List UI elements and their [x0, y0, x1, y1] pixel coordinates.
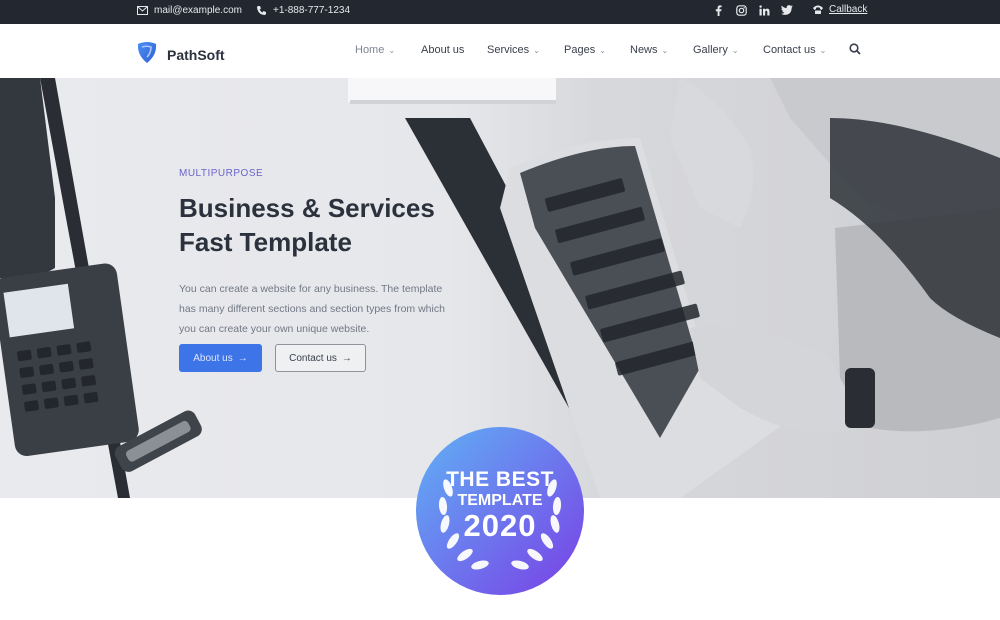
hero-title: Business & Services Fast Template — [179, 191, 479, 259]
nav-item-pages[interactable]: Pages ⌄ — [564, 44, 630, 56]
hero-content: MULTIPURPOSE Business & Services Fast Te… — [179, 168, 479, 339]
nav-item-label: Gallery — [693, 44, 728, 56]
top-bar: mail@example.com +1-888-777-1234 Callbac… — [0, 0, 1000, 24]
email-contact[interactable]: mail@example.com — [136, 4, 242, 16]
arrow-right-icon: → — [341, 352, 352, 364]
nav-item-contact-us[interactable]: Contact us ⌄ — [763, 44, 838, 56]
main-navbar: PathSoft Home ⌄ About us Services ⌄ Page… — [0, 24, 1000, 79]
hero-title-line-1: Business & Services — [179, 193, 435, 223]
nav-item-gallery[interactable]: Gallery ⌄ — [693, 44, 763, 56]
phone-icon — [255, 4, 267, 16]
twitter-icon[interactable] — [781, 4, 793, 16]
search-icon[interactable] — [848, 42, 862, 56]
nav-item-label: Contact us — [763, 44, 816, 56]
brand-logo[interactable]: PathSoft — [135, 40, 225, 69]
social-links — [712, 4, 793, 16]
phone-contact[interactable]: +1-888-777-1234 — [255, 4, 350, 16]
contact-us-button[interactable]: Contact us → — [275, 344, 366, 372]
chevron-down-icon: ⌄ — [731, 45, 739, 55]
best-template-badge: THE BEST TEMPLATE 2020 — [415, 426, 585, 596]
badge-line-3: 2020 — [463, 508, 537, 543]
nav-item-label: About us — [421, 44, 465, 56]
main-menu: Home ⌄ About us Services ⌄ Pages ⌄ News … — [355, 44, 838, 56]
nav-item-label: News — [630, 44, 658, 56]
brand-name: PathSoft — [167, 46, 225, 63]
logo-icon — [135, 40, 159, 69]
linkedin-icon[interactable] — [758, 4, 770, 16]
contact-us-button-label: Contact us — [289, 352, 337, 364]
email-text[interactable]: mail@example.com — [154, 5, 242, 16]
nav-item-label: Pages — [564, 44, 596, 56]
about-us-button-label: About us — [193, 352, 233, 364]
nav-item-label: Home — [355, 44, 385, 56]
chevron-down-icon: ⌄ — [533, 45, 540, 55]
callback-phone-icon — [812, 3, 824, 15]
hero-eyebrow: MULTIPURPOSE — [179, 168, 264, 179]
nav-item-home[interactable]: Home ⌄ — [355, 44, 421, 56]
hero-buttons: About us → Contact us → — [179, 344, 366, 372]
chevron-down-icon: ⌄ — [819, 45, 827, 55]
nav-item-services[interactable]: Services ⌄ — [487, 44, 564, 56]
chevron-down-icon: ⌄ — [388, 45, 396, 55]
facebook-icon[interactable] — [712, 4, 724, 16]
mail-icon — [136, 4, 148, 16]
phone-text[interactable]: +1-888-777-1234 — [273, 5, 350, 16]
callback-link[interactable]: Callback — [812, 3, 867, 15]
chevron-down-icon: ⌄ — [599, 45, 606, 55]
chevron-down-icon: ⌄ — [661, 45, 669, 55]
nav-item-about-us[interactable]: About us — [421, 44, 487, 56]
instagram-icon[interactable] — [735, 4, 747, 16]
arrow-right-icon: → — [237, 352, 248, 364]
hero-description: You can create a website for any busines… — [179, 283, 445, 335]
about-us-button[interactable]: About us → — [179, 344, 262, 372]
nav-item-news[interactable]: News ⌄ — [630, 44, 693, 56]
nav-item-label: Services — [487, 44, 530, 56]
callback-label[interactable]: Callback — [829, 4, 867, 15]
hero-title-line-2: Fast Template — [179, 227, 352, 257]
badge-line-1: THE BEST — [446, 468, 554, 491]
